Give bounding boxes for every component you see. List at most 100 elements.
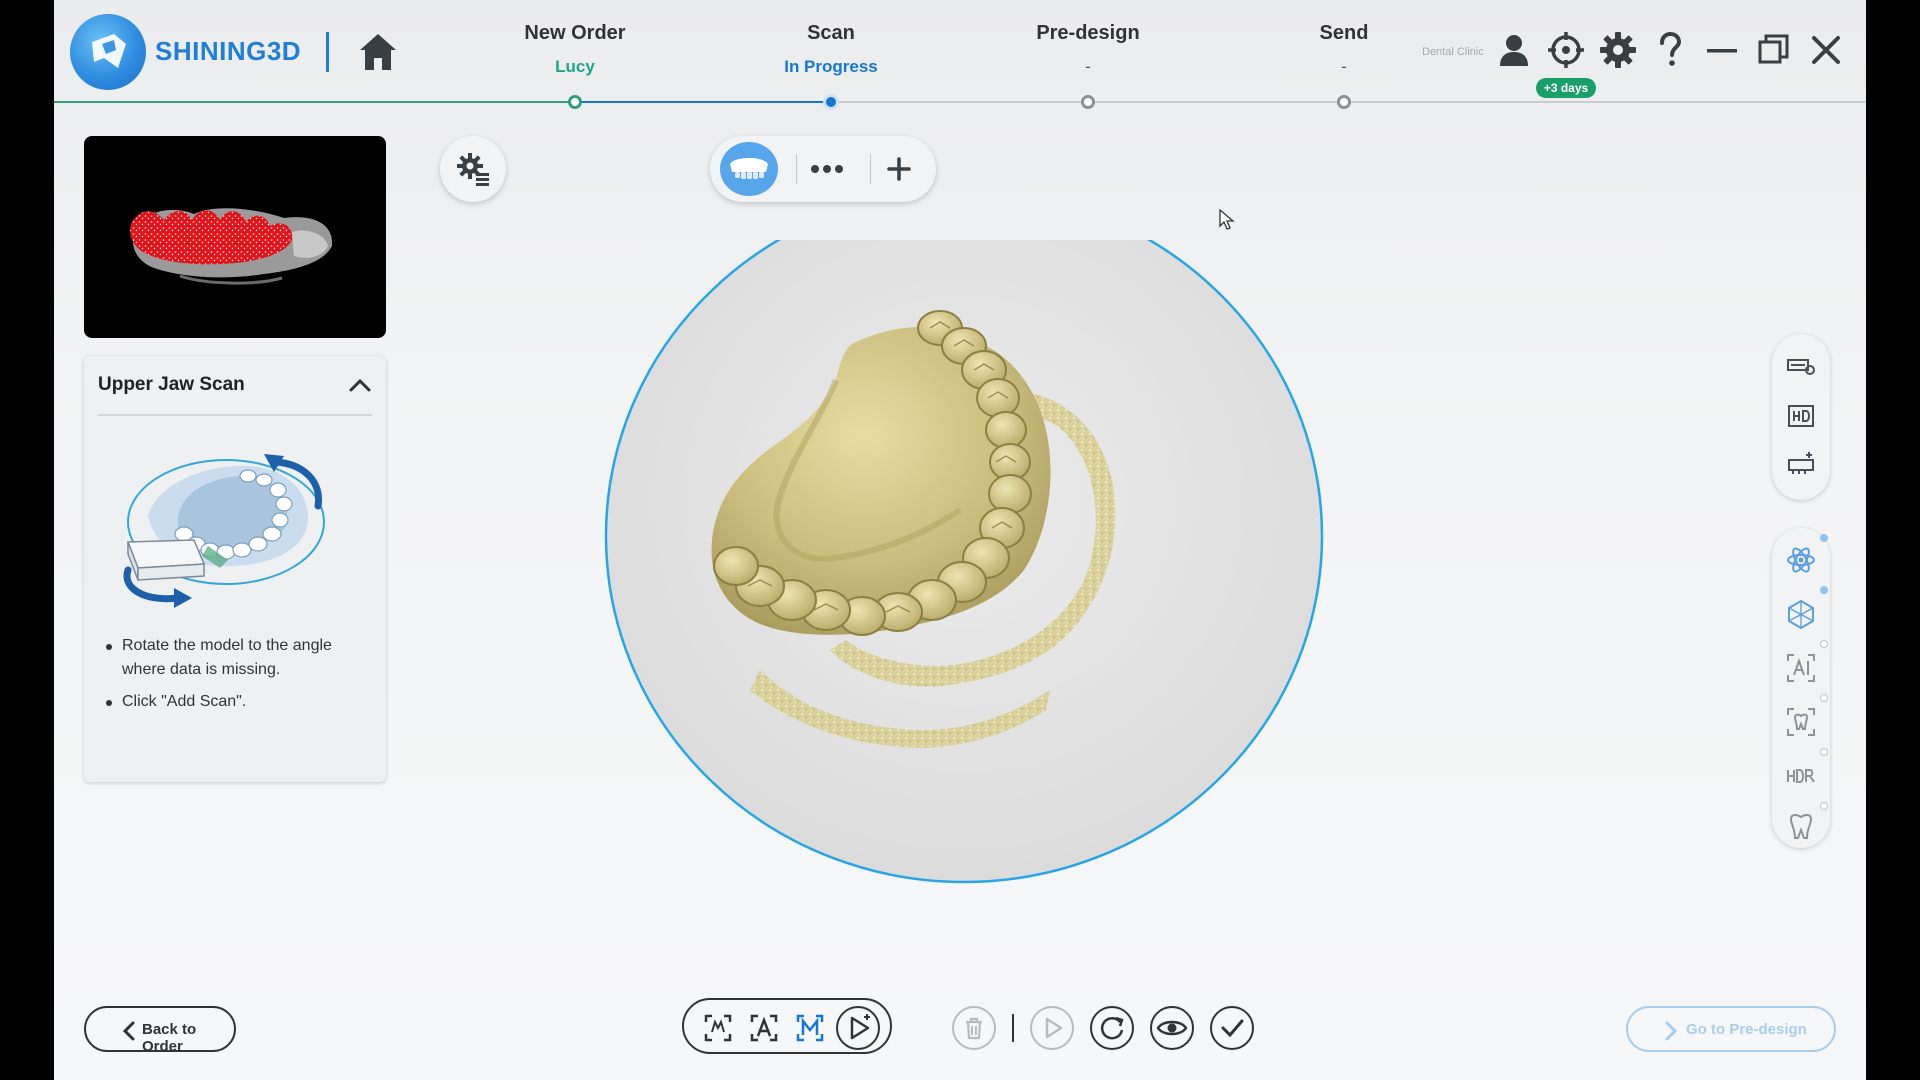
texture-toggle-button[interactable]: [1785, 352, 1817, 384]
collapse-guide-button[interactable]: [346, 372, 374, 400]
scan-holder-button[interactable]: [1785, 448, 1817, 480]
tooth-mode-button[interactable]: [1785, 810, 1817, 842]
3d-viewport[interactable]: [600, 188, 1328, 940]
step-scan[interactable]: Scan In Progress: [731, 22, 931, 77]
manual-frame-icon: [796, 1014, 824, 1042]
restore-icon: [1758, 34, 1789, 64]
scan-item-selector: [710, 136, 936, 202]
play-scan-icon: [850, 1014, 870, 1040]
hd-icon: [1788, 405, 1814, 427]
preview-button[interactable]: [1150, 1006, 1194, 1050]
play-button[interactable]: [1030, 1006, 1074, 1050]
toggle-indicator: [1820, 748, 1828, 756]
step-send[interactable]: Send -: [1244, 22, 1444, 77]
minimize-button[interactable]: [1702, 30, 1742, 70]
toggle-indicator: [1820, 694, 1828, 702]
chevron-right-icon: [1665, 1021, 1678, 1041]
plus-icon: [887, 157, 911, 181]
upper-jaw-icon: [730, 158, 768, 179]
gear-icon: [1600, 32, 1636, 68]
back-to-order-label: Back to Order: [142, 1021, 197, 1055]
step-title: Pre-design: [1036, 22, 1140, 44]
help-icon: [1660, 31, 1682, 66]
mesh-icon: [1788, 599, 1814, 630]
hd-toggle-button[interactable]: [1785, 400, 1817, 432]
tooth-scan-icon: [1787, 708, 1815, 736]
ai-icon: [1787, 654, 1815, 682]
scan-frame-icon: [704, 1014, 732, 1042]
step-title: Send: [1319, 22, 1369, 44]
help-button[interactable]: [1650, 30, 1690, 70]
toggle-indicator: [1820, 534, 1828, 542]
scan-guide-card: Upper Jaw Scan Rotate the model to the a…: [84, 356, 386, 782]
chevron-left-icon: [122, 1021, 135, 1041]
step-subtitle: Lucy: [555, 57, 595, 76]
close-icon: [1812, 36, 1840, 64]
progress-track-completed: [54, 101, 574, 103]
scan-model-view: [604, 188, 1324, 884]
back-to-order-button[interactable]: Back to Order: [84, 1006, 236, 1055]
toggle-indicator: [1820, 802, 1828, 810]
settings-button[interactable]: [1598, 30, 1638, 70]
close-button[interactable]: [1806, 30, 1846, 70]
step-new-order[interactable]: New Order Lucy: [475, 22, 675, 77]
check-icon: [1221, 1019, 1244, 1038]
user-button[interactable]: [1494, 30, 1534, 70]
gear-list-icon: [457, 153, 489, 186]
step-node-new-order: [568, 95, 582, 109]
step-title: New Order: [524, 22, 626, 44]
guide-title: Upper Jaw Scan: [98, 374, 245, 395]
step-subtitle: In Progress: [784, 57, 878, 76]
refresh-button[interactable]: [1090, 1006, 1134, 1050]
add-scan-item-button[interactable]: [880, 150, 918, 188]
minimize-icon: [1707, 49, 1737, 53]
tooth-scan-mode-button[interactable]: [1785, 706, 1817, 738]
start-scan-button[interactable]: [836, 1006, 880, 1050]
ai-frame-icon: [750, 1014, 778, 1042]
calibration-button[interactable]: [1546, 30, 1586, 70]
step-title: Scan: [807, 22, 855, 44]
more-horizontal-icon: [811, 165, 843, 173]
hdr-mode-button[interactable]: [1785, 760, 1817, 792]
more-scans-button[interactable]: [806, 150, 848, 188]
camera-preview: [84, 136, 386, 338]
upper-jaw-button[interactable]: [720, 142, 778, 196]
view-toolbar: [1772, 334, 1830, 500]
rotate-model-illustration: [108, 442, 338, 617]
delete-button[interactable]: [952, 1006, 996, 1050]
go-to-pre-design-label: Go to Pre-design: [1686, 1021, 1807, 1038]
scan-settings-button[interactable]: [440, 136, 506, 202]
confirm-button[interactable]: [1210, 1006, 1254, 1050]
atom-mode-button[interactable]: [1785, 544, 1817, 576]
rotate-jaw-icon: [123, 454, 325, 608]
mouse-pointer-icon: [1219, 208, 1235, 230]
scan-holder-icon: [1788, 452, 1814, 474]
brand-logo: [70, 14, 146, 90]
step-node-scan: [823, 94, 839, 110]
restore-button[interactable]: [1754, 30, 1794, 70]
eye-icon: [1156, 1020, 1188, 1036]
refresh-icon: [1100, 1016, 1124, 1040]
ai-scan-button[interactable]: [742, 1006, 786, 1050]
guide-tips: Rotate the model to the angle where data…: [106, 634, 372, 722]
mesh-mode-button[interactable]: [1785, 598, 1817, 630]
days-badge: +3 days: [1536, 78, 1596, 98]
hdr-icon: [1787, 769, 1815, 783]
ai-mode-button[interactable]: [1785, 652, 1817, 684]
brand-divider: [326, 32, 329, 72]
atom-icon: [1787, 547, 1815, 573]
home-button[interactable]: [356, 30, 400, 74]
step-pre-design[interactable]: Pre-design -: [988, 22, 1188, 77]
home-icon: [360, 34, 396, 70]
guide-tip: Click "Add Scan".: [106, 690, 372, 714]
chevron-up-icon: [349, 378, 371, 392]
full-scan-button[interactable]: [696, 1006, 740, 1050]
step-subtitle: -: [1341, 57, 1347, 76]
manual-scan-button[interactable]: [788, 1006, 832, 1050]
go-to-pre-design-button[interactable]: Go to Pre-design: [1626, 1006, 1836, 1052]
toggle-indicator: [1820, 586, 1828, 594]
play-icon: [1045, 1017, 1063, 1039]
scan-mode-toolbar: [1772, 528, 1830, 848]
clinic-name: Dental Clinic: [1422, 46, 1484, 58]
app-window: SHINING3D New Order Lucy Scan In Progres…: [54, 0, 1866, 1080]
